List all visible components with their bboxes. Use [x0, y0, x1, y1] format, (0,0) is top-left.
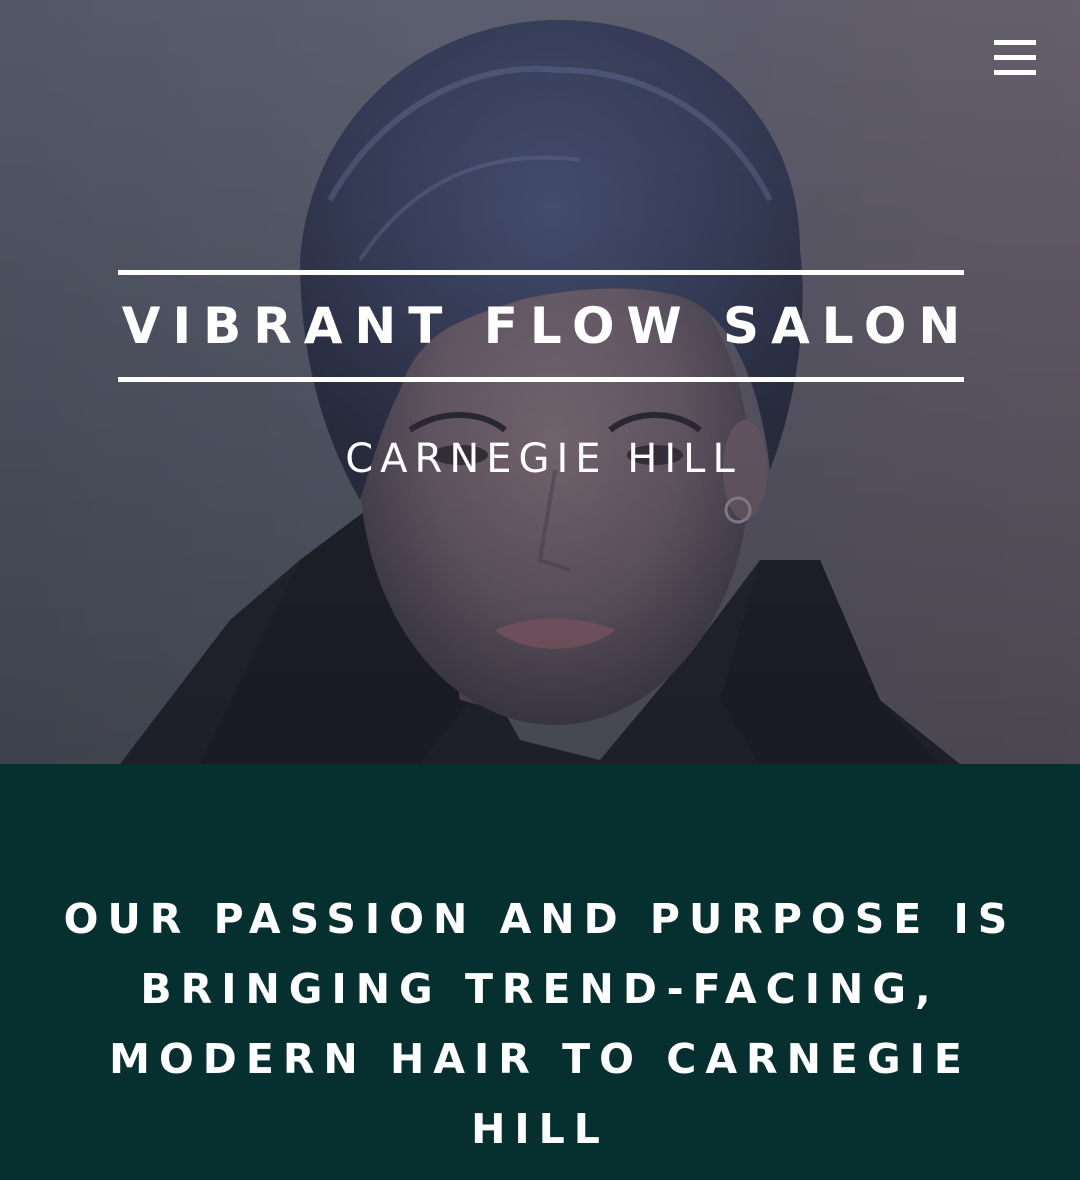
menu-bar: [994, 70, 1036, 75]
menu-bar: [994, 40, 1036, 45]
menu-bar: [994, 55, 1036, 60]
hero-background-image: [0, 0, 1080, 764]
site-title: VIBRANT FLOW SALON: [121, 297, 973, 355]
mission-section: OUR PASSION AND PURPOSE IS BRINGING TREN…: [0, 764, 1080, 1180]
hamburger-menu-icon[interactable]: [994, 40, 1036, 78]
location-subtitle: CARNEGIE HILL: [345, 436, 742, 482]
site-title-frame: VIBRANT FLOW SALON: [118, 270, 964, 382]
hero-section: VIBRANT FLOW SALON CARNEGIE HILL: [0, 0, 1080, 764]
mission-statement: OUR PASSION AND PURPOSE IS BRINGING TREN…: [63, 895, 1017, 1153]
